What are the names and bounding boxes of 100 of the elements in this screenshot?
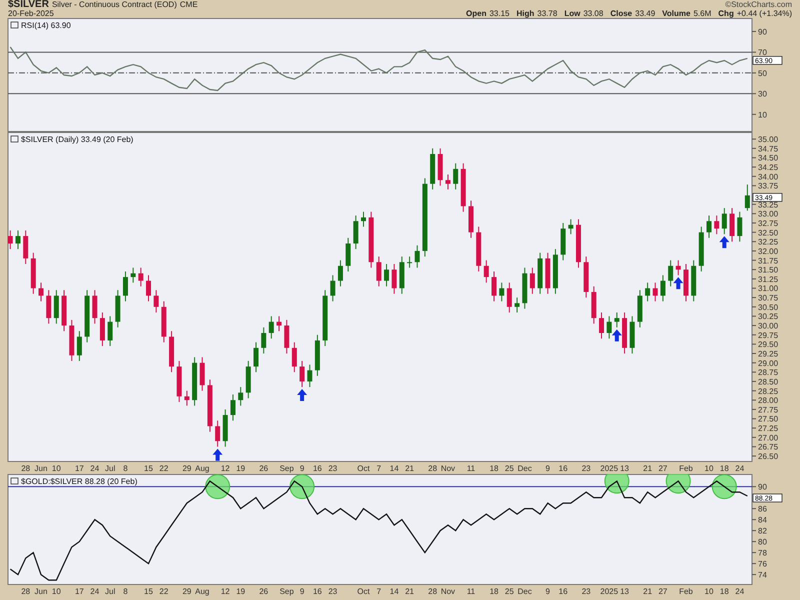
date-label: 9: [300, 464, 304, 473]
axis-label: 30.50: [758, 302, 778, 312]
date-label: Feb: [679, 587, 693, 596]
date-label: Jul: [105, 587, 116, 596]
date-label: 7: [376, 587, 382, 596]
date-label: 9: [300, 587, 304, 596]
date-label: 16: [312, 464, 322, 473]
date-label: 29: [182, 587, 192, 596]
date-label: 8: [123, 587, 128, 596]
date-label: Jul: [105, 464, 116, 473]
date-label: 25: [504, 464, 514, 473]
axis-label: 76: [758, 560, 767, 569]
date-label: 9: [546, 587, 550, 596]
quote-value: 33.15: [489, 9, 510, 18]
axis-label: 28.00: [758, 396, 778, 406]
axis-label: 90: [758, 27, 767, 36]
date-label: 22: [159, 464, 168, 473]
date-label: 15: [144, 464, 153, 473]
date-label: 19: [236, 587, 246, 596]
date-label: 26: [259, 464, 268, 473]
axis-label: 32.25: [758, 238, 778, 247]
axis-label: 33.25: [758, 200, 778, 210]
date-label: 9: [546, 464, 550, 473]
axis-label: 30: [758, 90, 767, 99]
date-label: 23: [328, 464, 338, 473]
axis-label: 29.00: [758, 358, 778, 368]
date-label: 13: [620, 587, 629, 596]
date-label: 7: [376, 464, 382, 473]
axis-label: 27.25: [758, 424, 778, 434]
date-label: 14: [390, 464, 399, 473]
date-label: Jun: [34, 587, 48, 596]
date-label: 27: [658, 587, 668, 596]
date-label: 18: [720, 464, 729, 473]
date-label: Feb: [679, 464, 693, 473]
date-label: 16: [558, 464, 568, 473]
date-label: Oct: [357, 587, 370, 596]
axis-label: 32.75: [758, 218, 778, 228]
date-label: 14: [390, 587, 399, 596]
legend-text: $GOLD:$SILVER 88.28 (20 Feb): [21, 477, 138, 486]
axis-label: 26.75: [758, 442, 778, 452]
date-label: Nov: [440, 464, 456, 473]
date-label: 24: [90, 587, 100, 596]
date-label: 12: [220, 587, 230, 596]
axis-label: 35.00: [758, 135, 778, 144]
date-label: Sep: [280, 464, 294, 473]
date-label: 28: [428, 587, 438, 596]
chart-date: 20-Feb-2025: [8, 9, 54, 18]
date-label: Nov: [440, 587, 456, 596]
axis-label: 32.00: [758, 246, 778, 256]
axis-label: 27.00: [758, 433, 778, 442]
axis-label: 27.50: [758, 414, 778, 424]
date-label: 2025: [600, 587, 618, 596]
date-label: 23: [582, 464, 591, 473]
axis-label: 80: [758, 538, 767, 547]
date-label: Dec: [518, 464, 532, 473]
date-label: 2025: [600, 464, 618, 473]
axis-label: 28.50: [758, 377, 778, 386]
axis-label: 34.25: [758, 163, 778, 172]
date-label: Oct: [357, 464, 370, 473]
date-label: 12: [220, 464, 230, 473]
date-label: 21: [405, 464, 414, 473]
date-label: 17: [74, 587, 84, 596]
date-label: 28: [21, 587, 30, 596]
quote-label: Volume: [662, 9, 690, 18]
quote-label: Low: [564, 9, 580, 18]
date-label: 16: [312, 587, 322, 596]
date-label: 28: [428, 464, 438, 473]
axis-label: 78: [758, 548, 767, 558]
date-label: 21: [405, 587, 414, 596]
axis-label: 90: [758, 482, 767, 492]
axis-label: 31.00: [758, 284, 778, 294]
axis-label: 33.75: [758, 182, 778, 191]
date-label: 23: [328, 587, 338, 596]
date-label: Dec: [518, 587, 532, 596]
date-label: 17: [74, 464, 84, 473]
credit-text: ©StockCharts.com: [725, 0, 792, 9]
date-label: Sep: [280, 587, 294, 596]
axis-label: 30.75: [758, 294, 778, 303]
axis-label: 29.25: [758, 350, 778, 358]
axis-label: 86: [758, 504, 767, 514]
axis-label: 30.00: [758, 322, 778, 331]
axis-label: 29.75: [758, 330, 778, 340]
date-label: 28: [21, 464, 30, 473]
exchange-name: CME: [180, 0, 198, 9]
quote-label: Chg: [718, 9, 734, 18]
date-label: 23: [582, 587, 591, 596]
legend-text: $SILVER (Daily) 33.49 (20 Feb): [21, 135, 134, 144]
date-label: Jun: [34, 464, 48, 473]
axis-label: 32.50: [758, 228, 778, 238]
date-label: 10: [52, 464, 61, 473]
axis-label: 50: [758, 68, 767, 78]
date-label: 16: [558, 587, 568, 596]
quote-value: +0.44 (+1.34%): [736, 9, 792, 18]
axis-label: 82: [758, 526, 767, 536]
date-label: 19: [236, 464, 246, 473]
date-label: 21: [643, 587, 652, 596]
axis-label: 31.25: [758, 274, 778, 284]
quote-value: 33.08: [583, 9, 604, 18]
axis-label: 29.50: [758, 340, 778, 350]
date-label: 11: [466, 464, 476, 473]
